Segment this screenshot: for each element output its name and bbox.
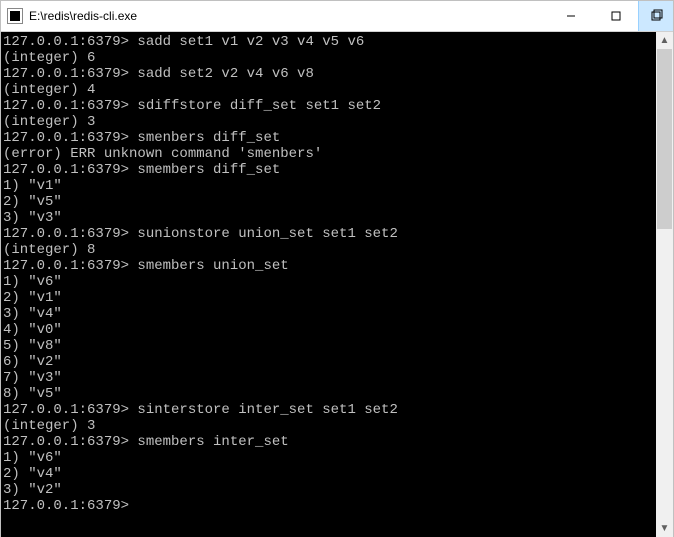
window-controls: [548, 1, 673, 31]
minimize-button[interactable]: [548, 1, 593, 31]
restore-down-button[interactable]: [638, 1, 673, 31]
window-title: E:\redis\redis-cli.exe: [29, 9, 137, 23]
scroll-thumb[interactable]: [657, 49, 672, 229]
scroll-up-arrow[interactable]: ▲: [656, 32, 673, 49]
maximize-button[interactable]: [593, 1, 638, 31]
app-icon: [7, 8, 23, 24]
scroll-down-arrow[interactable]: ▼: [656, 520, 673, 537]
titlebar-left: E:\redis\redis-cli.exe: [1, 8, 137, 24]
window-titlebar: E:\redis\redis-cli.exe: [1, 1, 673, 32]
terminal-container: 127.0.0.1:6379> sadd set1 v1 v2 v3 v4 v5…: [1, 32, 673, 537]
vertical-scrollbar[interactable]: ▲ ▼: [656, 32, 673, 537]
terminal-output[interactable]: 127.0.0.1:6379> sadd set1 v1 v2 v3 v4 v5…: [1, 32, 656, 537]
